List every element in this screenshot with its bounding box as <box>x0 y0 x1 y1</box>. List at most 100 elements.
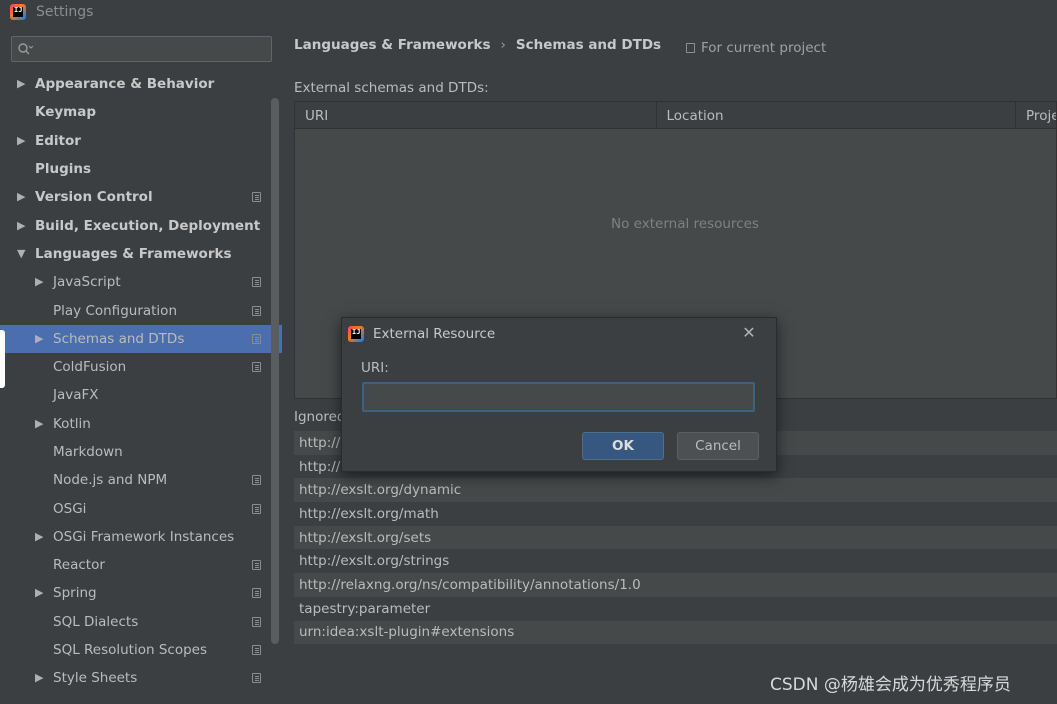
sidebar-item-label: Kotlin <box>53 415 91 432</box>
sidebar-item-node-js-and-npm[interactable]: Node.js and NPM <box>0 466 282 494</box>
sidebar-item-label: Editor <box>35 132 81 149</box>
chevron-right-icon[interactable]: ▶ <box>17 191 27 203</box>
ignored-row[interactable]: http://exslt.org/sets <box>294 525 1057 550</box>
sidebar-item-label: JavaScript <box>53 274 121 291</box>
chevron-right-icon[interactable]: ▶ <box>17 78 27 90</box>
sidebar-item-sql-resolution-scopes[interactable]: SQL Resolution Scopes <box>0 636 282 664</box>
title-bar: IJ Settings <box>0 0 1057 24</box>
sidebar-item-label: Markdown <box>53 444 123 460</box>
ignored-row[interactable]: http://exslt.org/math <box>294 502 1057 526</box>
project-settings-icon <box>252 645 261 656</box>
sidebar-item-label: Node.js and NPM <box>53 472 168 489</box>
sidebar-item-spring[interactable]: ▶ Spring <box>0 579 282 607</box>
sidebar-item-osgi-framework-instances[interactable]: ▶ OSGi Framework Instances <box>0 523 282 551</box>
csdn-watermark: CSDN @杨雄会成为优秀程序员 <box>770 675 1011 695</box>
sidebar-item-label: Reactor <box>53 557 105 574</box>
breadcrumb-item-schemas: Schemas and DTDs <box>515 37 662 53</box>
chevron-right-icon[interactable]: ▶ <box>17 219 27 232</box>
sidebar-item-javascript[interactable]: ▶ JavaScript <box>0 268 282 296</box>
breadcrumb-item-languages[interactable]: Languages & Frameworks <box>294 37 491 53</box>
sidebar-item-build-execution-deployment[interactable]: ▶ Build, Execution, Deployment <box>0 211 282 239</box>
project-settings-icon <box>252 305 261 316</box>
sidebar-item-plugins[interactable]: Plugins <box>0 155 282 183</box>
chevron-right-icon[interactable]: ▶ <box>17 134 27 147</box>
sidebar-item-markdown[interactable]: Markdown <box>0 438 282 466</box>
uri-input[interactable] <box>362 382 755 412</box>
sidebar-scrollbar[interactable] <box>271 98 279 644</box>
ignored-row[interactable]: http://exslt.org/strings <box>294 549 1057 573</box>
chevron-right-icon[interactable]: ▶ <box>35 417 45 430</box>
sidebar-item-style-sheets[interactable]: ▶ Style Sheets <box>0 664 282 692</box>
sidebar-item-label: ColdFusion <box>53 359 127 376</box>
sidebar-item-osgi[interactable]: OSGi <box>0 494 282 522</box>
breadcrumb-separator: › <box>500 37 506 53</box>
project-settings-icon <box>252 333 261 344</box>
settings-sidebar: ▶ Appearance & Behavior Keymap ▶ Editor Plugi… <box>0 26 282 704</box>
sidebar-item-label: Schemas and DTDs <box>53 330 185 347</box>
project-settings-icon <box>252 192 261 203</box>
chevron-right-icon[interactable]: ▶ <box>35 672 45 684</box>
sidebar-item-label: Plugins <box>35 161 92 178</box>
sidebar-item-kotlin[interactable]: ▶ Kotlin <box>0 410 282 438</box>
breadcrumb: Languages & Frameworks › Schemas and DTD… <box>294 37 661 53</box>
ignored-row[interactable]: http://exslt.org/dynamic <box>294 478 1057 503</box>
sidebar-item-label: Spring <box>53 585 97 602</box>
sidebar-item-appearance-behavior[interactable]: ▶ Appearance & Behavior <box>0 70 282 98</box>
column-header-project[interactable]: Proje <box>1016 102 1056 129</box>
sidebar-item-play-configuration[interactable]: Play Configuration <box>0 296 282 324</box>
chevron-right-icon[interactable]: ▶ <box>35 276 45 288</box>
window-title: Settings <box>36 4 94 20</box>
column-header-location[interactable]: Location <box>657 102 1017 129</box>
sidebar-item-keymap[interactable]: Keymap <box>0 98 282 126</box>
sidebar-item-label: Play Configuration <box>53 302 177 319</box>
chevron-right-icon[interactable]: ▶ <box>35 587 45 599</box>
project-scope-indicator: For current project <box>686 40 826 56</box>
window-edge-highlight <box>0 330 5 388</box>
sidebar-item-sql-dialects[interactable]: SQL Dialects <box>0 608 282 636</box>
sidebar-item-reactor[interactable]: Reactor <box>0 551 282 579</box>
external-schemas-label: External schemas and DTDs: <box>294 80 489 96</box>
sidebar-item-label: SQL Resolution Scopes <box>53 642 207 659</box>
sidebar-item-label: OSGi Framework Instances <box>53 528 235 545</box>
project-settings-icon <box>252 362 261 373</box>
chevron-down-icon[interactable]: ▼ <box>17 247 27 260</box>
ignored-row[interactable]: tapestry:parameter <box>294 597 1057 621</box>
sidebar-item-schemas-and-dtds[interactable]: ▶ Schemas and DTDs <box>0 324 282 353</box>
settings-tree: ▶ Appearance & Behavior Keymap ▶ Editor Plugi… <box>0 70 282 693</box>
chevron-right-icon[interactable]: ▶ <box>35 530 45 543</box>
table-empty-message: No external resources <box>611 216 759 232</box>
column-header-uri[interactable]: URI <box>295 102 657 129</box>
sidebar-item-editor[interactable]: ▶ Editor <box>0 127 282 155</box>
ignored-row[interactable]: urn:idea:xslt-plugin#extensions <box>294 620 1057 645</box>
ok-button[interactable]: OK <box>582 432 664 460</box>
dialog-title-bar: IJ External Resource <box>348 324 495 344</box>
project-settings-icon <box>252 277 261 288</box>
project-settings-icon <box>252 616 261 627</box>
project-settings-icon <box>252 475 261 486</box>
sidebar-item-label: Build, Execution, Deployment <box>35 217 261 234</box>
project-scope-icon <box>686 43 695 53</box>
project-settings-icon <box>252 560 261 571</box>
dialog-title: External Resource <box>373 326 496 342</box>
close-icon[interactable]: ✕ <box>740 324 758 342</box>
project-settings-icon <box>252 503 261 514</box>
scope-label: For current project <box>701 40 827 56</box>
sidebar-item-label: Appearance & Behavior <box>35 76 215 93</box>
search-input[interactable] <box>37 41 257 57</box>
uri-label: URI: <box>361 360 389 376</box>
project-settings-icon <box>252 588 261 599</box>
search-icon <box>18 43 33 55</box>
sidebar-item-languages-frameworks[interactable]: ▼ Languages & Frameworks <box>0 240 282 268</box>
search-box[interactable] <box>11 36 272 62</box>
sidebar-item-label: Keymap <box>35 104 97 121</box>
sidebar-item-coldfusion[interactable]: ColdFusion <box>0 353 282 381</box>
project-settings-icon <box>252 673 261 684</box>
sidebar-item-javafx[interactable]: JavaFX <box>0 381 282 409</box>
sidebar-item-label: Version Control <box>35 189 153 206</box>
cancel-button[interactable]: Cancel <box>677 432 759 460</box>
chevron-right-icon[interactable]: ▶ <box>35 332 45 345</box>
sidebar-item-label: Style Sheets <box>53 670 138 687</box>
intellij-app-icon: IJ <box>348 326 364 342</box>
sidebar-item-version-control[interactable]: ▶ Version Control <box>0 183 282 211</box>
ignored-row[interactable]: http://relaxng.org/ns/compatibility/anno… <box>294 573 1057 597</box>
